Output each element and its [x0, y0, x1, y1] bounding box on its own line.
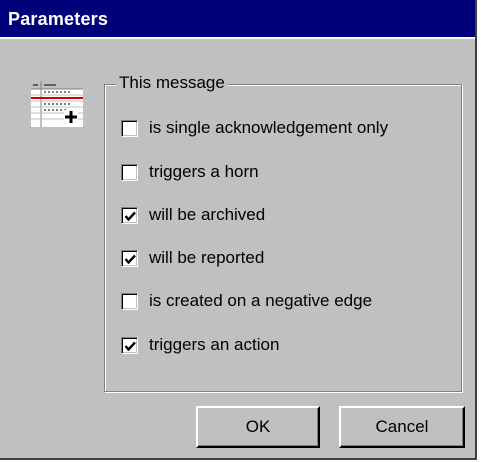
- checkbox[interactable]: [121, 249, 138, 267]
- option-triggers-action[interactable]: triggers an action: [121, 333, 279, 357]
- title-bar[interactable]: Parameters: [0, 0, 475, 37]
- title-separator: [0, 37, 475, 39]
- option-will-be-archived[interactable]: will be archived: [121, 203, 265, 227]
- option-label: will be reported: [149, 248, 265, 267]
- checkbox[interactable]: [121, 336, 138, 354]
- option-label: is created on a negative edge: [149, 291, 373, 310]
- option-label: triggers an action: [149, 335, 280, 354]
- cancel-button[interactable]: Cancel: [339, 406, 465, 448]
- group-label: This message: [116, 72, 228, 94]
- option-label: will be archived: [149, 205, 266, 224]
- message-list-icon: [29, 79, 85, 129]
- checkbox[interactable]: [121, 206, 138, 224]
- checkmark-icon: [124, 211, 136, 221]
- option-triggers-horn[interactable]: triggers a horn: [121, 160, 259, 184]
- option-single-acknowledgement[interactable]: is single acknowledgement only: [121, 116, 388, 140]
- checkmark-icon: [124, 341, 136, 351]
- parameters-dialog: Parameters This message is single acknow…: [0, 0, 477, 460]
- checkmark-icon: [124, 254, 136, 264]
- option-will-be-reported[interactable]: will be reported: [121, 246, 264, 270]
- window-title: Parameters: [8, 9, 109, 29]
- checkbox[interactable]: [121, 119, 138, 137]
- checkbox[interactable]: [121, 163, 138, 181]
- option-negative-edge[interactable]: is created on a negative edge: [121, 289, 372, 313]
- option-label: triggers a horn: [149, 162, 259, 181]
- option-label: is single acknowledgement only: [149, 118, 389, 137]
- checkbox[interactable]: [121, 292, 138, 310]
- ok-button[interactable]: OK: [196, 406, 320, 448]
